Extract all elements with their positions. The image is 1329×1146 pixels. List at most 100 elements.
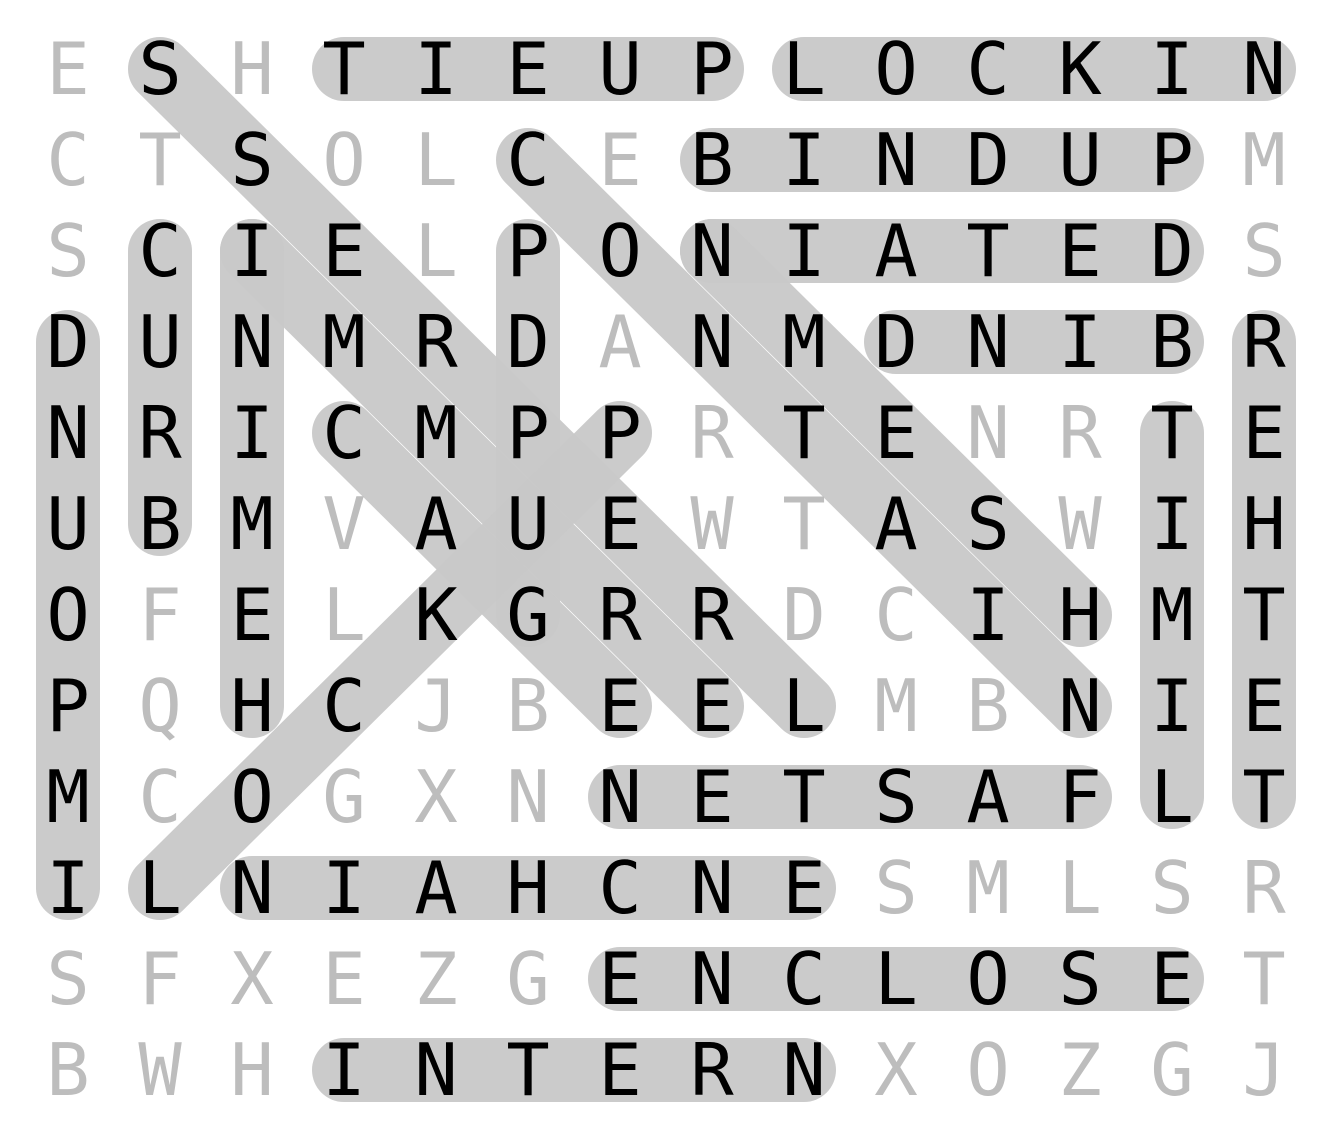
grid-letter[interactable]: M [390, 387, 482, 479]
grid-letter[interactable]: E [1034, 205, 1126, 297]
grid-letter[interactable]: X [390, 751, 482, 843]
grid-letter[interactable]: W [1034, 478, 1126, 570]
grid-letter[interactable]: E [1218, 387, 1310, 479]
grid-letter[interactable]: D [482, 296, 574, 388]
grid-letter[interactable]: G [298, 751, 390, 843]
grid-letter[interactable]: C [22, 114, 114, 206]
grid-letter[interactable]: B [1126, 296, 1218, 388]
grid-letter[interactable]: I [390, 23, 482, 115]
grid-letter[interactable]: N [850, 114, 942, 206]
grid-letter[interactable]: F [114, 569, 206, 661]
grid-letter[interactable]: B [114, 478, 206, 570]
grid-letter[interactable]: D [942, 114, 1034, 206]
grid-letter[interactable]: S [850, 842, 942, 934]
grid-letter[interactable]: E [850, 387, 942, 479]
grid-letter[interactable]: E [1126, 933, 1218, 1025]
grid-letter[interactable]: G [1126, 1024, 1218, 1116]
grid-letter[interactable]: I [758, 114, 850, 206]
grid-letter[interactable]: J [390, 660, 482, 752]
grid-letter[interactable]: T [758, 478, 850, 570]
grid-letter[interactable]: I [298, 1024, 390, 1116]
grid-letter[interactable]: P [574, 387, 666, 479]
grid-letter[interactable]: A [942, 751, 1034, 843]
grid-letter[interactable]: N [1034, 660, 1126, 752]
grid-letter[interactable]: L [1126, 751, 1218, 843]
grid-letter[interactable]: T [942, 205, 1034, 297]
grid-letter[interactable]: R [390, 296, 482, 388]
grid-letter[interactable]: R [114, 387, 206, 479]
grid-letter[interactable]: I [942, 569, 1034, 661]
grid-letter[interactable]: L [758, 23, 850, 115]
grid-letter[interactable]: N [1218, 23, 1310, 115]
grid-letter[interactable]: A [850, 205, 942, 297]
grid-letter[interactable]: D [758, 569, 850, 661]
grid-letter[interactable]: R [574, 569, 666, 661]
grid-letter[interactable]: A [390, 842, 482, 934]
grid-letter[interactable]: B [22, 1024, 114, 1116]
grid-letter[interactable]: N [390, 1024, 482, 1116]
grid-letter[interactable]: G [482, 569, 574, 661]
grid-letter[interactable]: F [1034, 751, 1126, 843]
grid-letter[interactable]: R [666, 569, 758, 661]
grid-letter[interactable]: S [850, 751, 942, 843]
grid-letter[interactable]: T [298, 23, 390, 115]
grid-letter[interactable]: E [574, 478, 666, 570]
grid-letter[interactable]: N [574, 751, 666, 843]
grid-letter[interactable]: T [114, 114, 206, 206]
grid-letter[interactable]: U [22, 478, 114, 570]
grid-letter[interactable]: T [1218, 933, 1310, 1025]
grid-letter[interactable]: P [1126, 114, 1218, 206]
grid-letter[interactable]: C [114, 205, 206, 297]
grid-letter[interactable]: P [22, 660, 114, 752]
grid-letter[interactable]: L [390, 114, 482, 206]
grid-letter[interactable]: E [666, 660, 758, 752]
grid-letter[interactable]: N [206, 842, 298, 934]
grid-letter[interactable]: I [22, 842, 114, 934]
grid-letter[interactable]: D [850, 296, 942, 388]
grid-letter[interactable]: A [850, 478, 942, 570]
grid-letter[interactable]: S [206, 114, 298, 206]
grid-letter[interactable]: M [206, 478, 298, 570]
grid-letter[interactable]: E [574, 933, 666, 1025]
grid-letter[interactable]: L [390, 205, 482, 297]
grid-letter[interactable]: R [1034, 387, 1126, 479]
grid-letter[interactable]: R [1218, 842, 1310, 934]
grid-letter[interactable]: R [666, 1024, 758, 1116]
grid-letter[interactable]: I [758, 205, 850, 297]
grid-letter[interactable]: G [482, 933, 574, 1025]
grid-letter[interactable]: E [574, 114, 666, 206]
grid-letter[interactable]: L [1034, 842, 1126, 934]
grid-letter[interactable]: T [1218, 751, 1310, 843]
grid-letter[interactable]: H [1034, 569, 1126, 661]
grid-letter[interactable]: I [206, 205, 298, 297]
grid-letter[interactable]: I [1126, 478, 1218, 570]
grid-letter[interactable]: N [666, 296, 758, 388]
grid-letter[interactable]: E [22, 23, 114, 115]
grid-letter[interactable]: S [1218, 205, 1310, 297]
grid-letter[interactable]: W [666, 478, 758, 570]
grid-letter[interactable]: U [574, 23, 666, 115]
grid-letter[interactable]: I [206, 387, 298, 479]
grid-letter[interactable]: N [666, 842, 758, 934]
grid-letter[interactable]: H [206, 660, 298, 752]
grid-letter[interactable]: R [1218, 296, 1310, 388]
grid-letter[interactable]: C [482, 114, 574, 206]
grid-letter[interactable]: A [390, 478, 482, 570]
grid-letter[interactable]: T [758, 751, 850, 843]
grid-letter[interactable]: N [942, 296, 1034, 388]
grid-letter[interactable]: R [666, 387, 758, 479]
grid-letter[interactable]: J [1218, 1024, 1310, 1116]
grid-letter[interactable]: K [390, 569, 482, 661]
grid-letter[interactable]: H [206, 1024, 298, 1116]
grid-letter[interactable]: L [850, 933, 942, 1025]
grid-letter[interactable]: N [206, 296, 298, 388]
grid-letter[interactable]: S [114, 23, 206, 115]
grid-letter[interactable]: M [942, 842, 1034, 934]
grid-letter[interactable]: M [758, 296, 850, 388]
grid-letter[interactable]: C [574, 842, 666, 934]
grid-letter[interactable]: L [114, 842, 206, 934]
grid-letter[interactable]: O [574, 205, 666, 297]
grid-letter[interactable]: K [1034, 23, 1126, 115]
grid-letter[interactable]: I [298, 842, 390, 934]
grid-letter[interactable]: P [482, 387, 574, 479]
